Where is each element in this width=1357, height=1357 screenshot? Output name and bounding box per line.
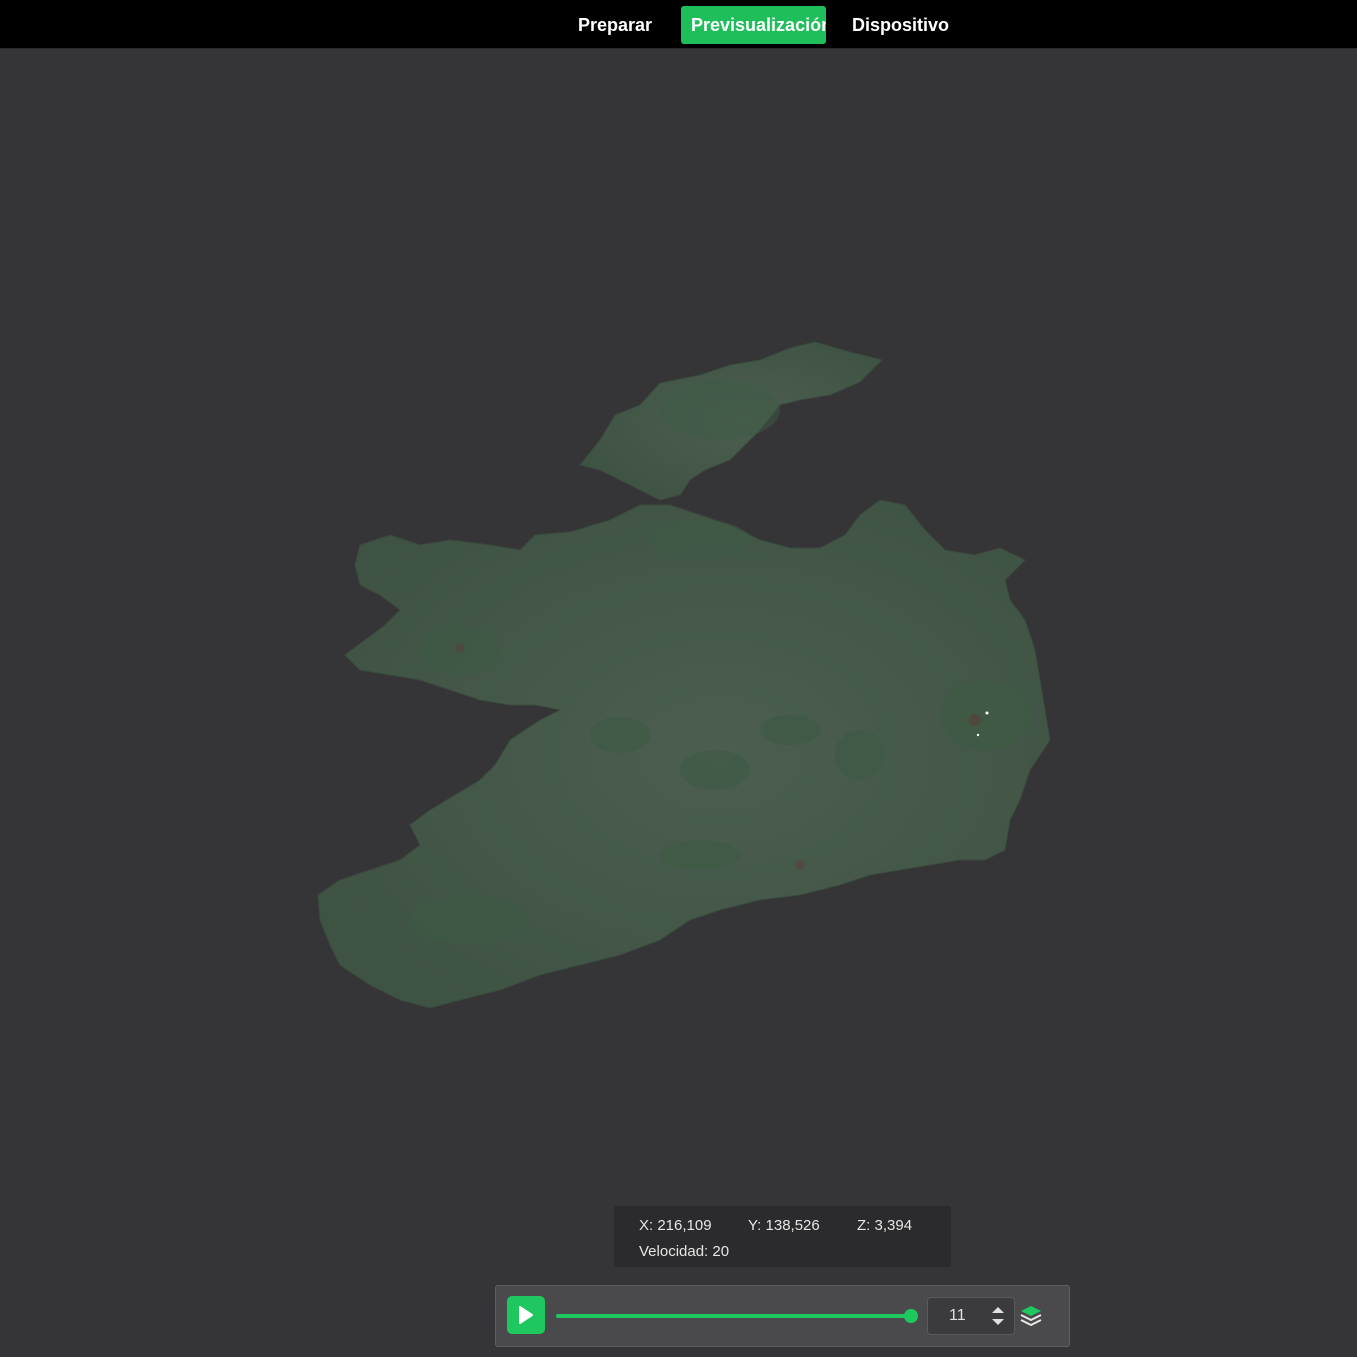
layer-slider-track[interactable] (556, 1314, 912, 1318)
coord-x: X: 216,109 (639, 1217, 712, 1234)
layer-number-stepper[interactable]: 11 (927, 1297, 1015, 1335)
terrain-model (317, 341, 1051, 1009)
velocity-readout: Velocidad: 20 (639, 1243, 730, 1260)
tab-dispositivo[interactable]: Dispositivo (842, 6, 962, 44)
layer-slider-thumb[interactable] (904, 1309, 918, 1323)
play-button[interactable] (507, 1296, 545, 1334)
camera-coordinates-panel: X: 216,109 Y: 138,526 Z: 3,394 Velocidad… (614, 1206, 951, 1267)
top-navigation-bar: Preparar Previsualización Dispositivo (0, 0, 1357, 49)
tab-preparar[interactable]: Preparar (568, 6, 664, 44)
chevron-up-icon[interactable] (991, 1305, 1005, 1315)
tab-previsualizacion[interactable]: Previsualización (681, 6, 826, 44)
play-icon (519, 1306, 533, 1324)
3d-preview-viewport[interactable] (0, 49, 1357, 1357)
layer-playback-bar: 11 (495, 1285, 1070, 1347)
layer-number-value[interactable]: 11 (949, 1307, 966, 1325)
layers-icon[interactable] (1019, 1304, 1043, 1328)
coord-z: Z: 3,394 (857, 1217, 913, 1234)
coord-y: Y: 138,526 (748, 1217, 820, 1234)
chevron-down-icon[interactable] (991, 1317, 1005, 1327)
